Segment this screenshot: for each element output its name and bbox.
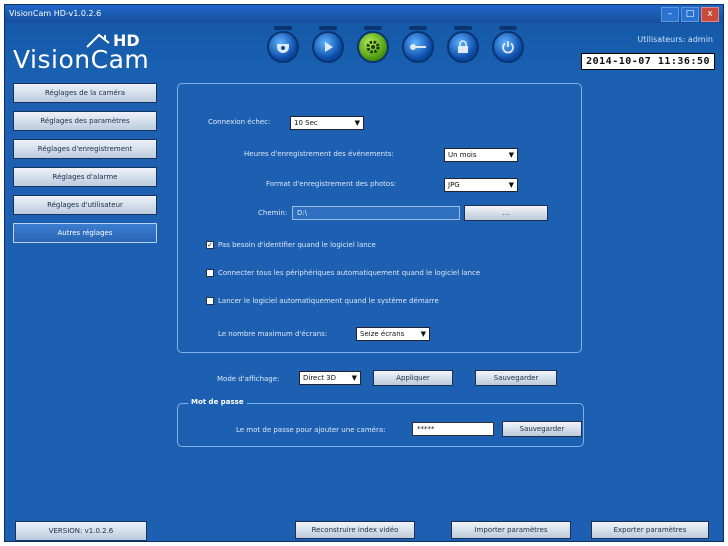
password-label: Le mot de passe pour ajouter une caméra: — [236, 426, 386, 434]
auto-connect-checkbox[interactable] — [206, 269, 214, 277]
save-display-button[interactable]: Sauvegarder — [475, 370, 557, 386]
lock-icon[interactable] — [447, 26, 479, 63]
max-screens-label: Le nombre maximum d'écrans: — [218, 330, 328, 338]
camera-dome-icon[interactable] — [267, 26, 299, 63]
event-duration-select[interactable]: Un mois ▼ — [444, 148, 518, 162]
import-settings-button[interactable]: Importer paramètres — [451, 521, 571, 539]
connexion-label: Connexion échec: — [208, 118, 271, 126]
chevron-down-icon: ▼ — [351, 374, 357, 382]
apply-button[interactable]: Appliquer — [373, 370, 453, 386]
sidebar-item-user[interactable]: Réglages d'utilisateur — [13, 195, 157, 215]
datetime-display: 2014-10-07 11:36:50 — [581, 53, 715, 70]
app-logo: HD VisionCam — [13, 29, 173, 77]
app-window: VisionCam HD-v1.0.2.6 – □ x HD VisionCam — [4, 4, 724, 542]
max-screens-value: Seize écrans — [360, 330, 405, 338]
sidebar-item-alarm[interactable]: Réglages d'alarme — [13, 167, 157, 187]
password-field[interactable]: ***** — [412, 422, 494, 436]
minimize-button[interactable]: – — [661, 7, 679, 22]
logo-text: VisionCam — [13, 45, 150, 74]
event-label: Heures d'enregistrement des événements: — [244, 150, 394, 158]
title-bar: VisionCam HD-v1.0.2.6 – □ x — [5, 5, 723, 23]
chevron-down-icon: ▼ — [508, 181, 514, 189]
sidebar-item-other[interactable]: Autres réglages — [13, 223, 157, 243]
current-user: Utilisateurs: admin — [637, 35, 713, 44]
display-mode-label: Mode d'affichage: — [217, 375, 280, 383]
rebuild-index-button[interactable]: Reconstruire index vidéo — [295, 521, 415, 539]
power-icon[interactable] — [492, 26, 524, 63]
window-title: VisionCam HD-v1.0.2.6 — [9, 9, 102, 18]
no-login-label: Pas besoin d'identifier quand le logicie… — [218, 241, 376, 249]
auto-connect-label: Connecter tous les périphériques automat… — [218, 269, 481, 277]
play-icon[interactable] — [312, 26, 344, 63]
main-nav — [267, 26, 524, 63]
close-button[interactable]: x — [701, 7, 719, 22]
chevron-down-icon: ▼ — [354, 119, 360, 127]
path-field[interactable]: D:\ — [292, 206, 460, 220]
auto-start-checkbox[interactable] — [206, 297, 214, 305]
no-login-checkbox[interactable]: ✓ — [206, 241, 214, 249]
display-mode-select[interactable]: Direct 3D ▼ — [299, 371, 361, 385]
max-screens-select[interactable]: Seize écrans ▼ — [356, 327, 430, 341]
key-icon[interactable] — [402, 26, 434, 63]
display-mode-value: Direct 3D — [303, 374, 337, 382]
sidebar-item-recording[interactable]: Réglages d'enregistrement — [13, 139, 157, 159]
gear-icon[interactable] — [357, 26, 389, 63]
photo-format-value: JPG — [448, 181, 460, 189]
maximize-button[interactable]: □ — [681, 7, 699, 22]
version-label: VERSION: v1.0.2.6 — [15, 521, 147, 541]
sidebar-item-parameters[interactable]: Réglages des paramètres — [13, 111, 157, 131]
window-controls: – □ x — [661, 7, 719, 22]
connexion-timeout-value: 10 Sec — [294, 119, 318, 127]
sidebar-item-camera[interactable]: Réglages de la caméra — [13, 83, 157, 103]
photo-format-label: Format d'enregistrement des photos: — [266, 180, 397, 188]
export-settings-button[interactable]: Exporter paramètres — [591, 521, 709, 539]
sidebar: Réglages de la caméra Réglages des param… — [13, 83, 157, 251]
connexion-timeout-select[interactable]: 10 Sec ▼ — [290, 116, 364, 130]
photo-format-select[interactable]: JPG ▼ — [444, 178, 518, 192]
chevron-down-icon: ▼ — [420, 330, 426, 338]
path-label: Chemin: — [258, 209, 288, 217]
password-legend: Mot de passe — [188, 398, 247, 406]
event-duration-value: Un mois — [448, 151, 477, 159]
save-password-button[interactable]: Sauvegarder — [502, 421, 582, 437]
chevron-down-icon: ▼ — [508, 151, 514, 159]
auto-start-label: Lancer le logiciel automatiquement quand… — [218, 297, 439, 305]
password-group: Mot de passe Le mot de passe pour ajoute… — [177, 398, 584, 447]
settings-panel: Connexion échec: 10 Sec ▼ Heures d'enreg… — [177, 83, 582, 353]
header: HD VisionCam Utilisateurs: admin 2014-10… — [5, 23, 723, 81]
browse-button[interactable]: ... — [464, 205, 548, 221]
